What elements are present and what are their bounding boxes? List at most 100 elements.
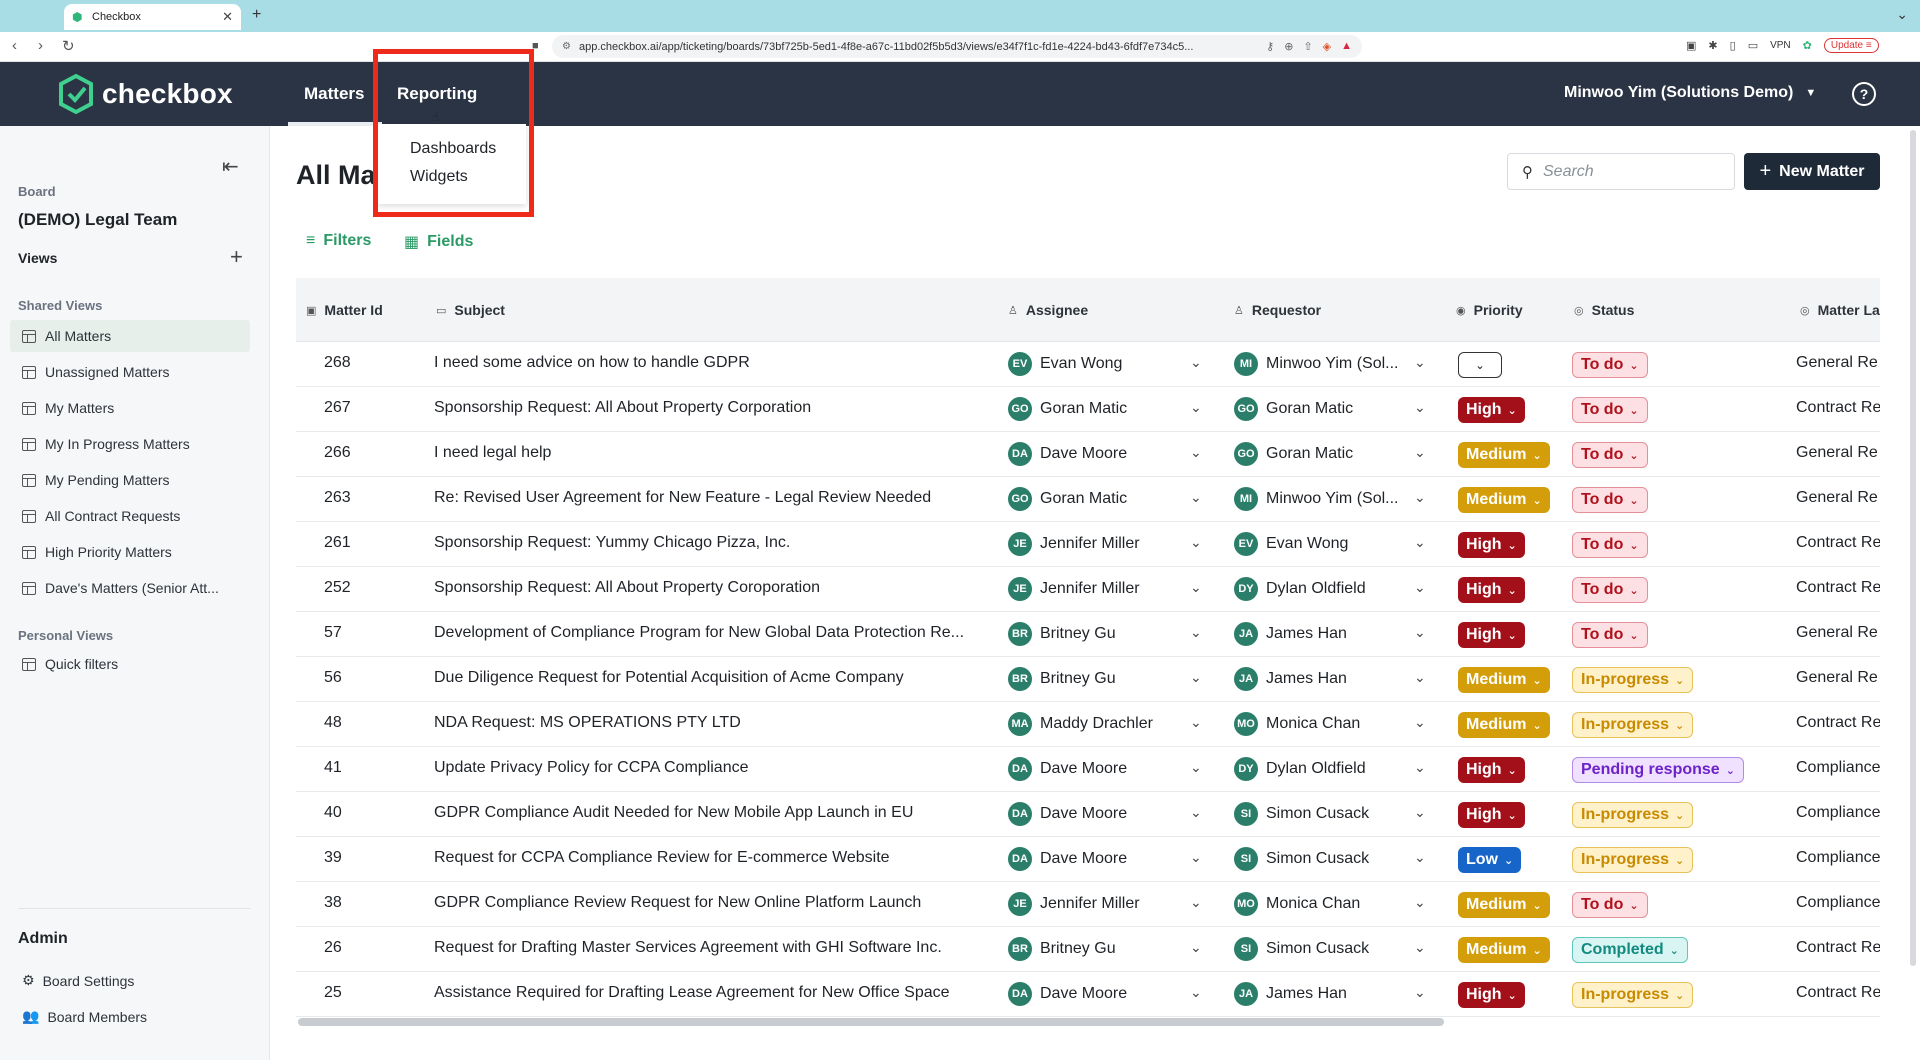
sidebar-icon[interactable]: ▯	[1730, 39, 1736, 52]
assignee-cell[interactable]: JE Jennifer Miller	[1008, 577, 1140, 601]
priority-badge[interactable]: High ⌄	[1458, 802, 1525, 828]
assignee-cell[interactable]: DA Dave Moore	[1008, 802, 1127, 826]
chevron-down-icon[interactable]: ⌄	[1414, 804, 1426, 821]
status-badge[interactable]: In-progress ⌄	[1572, 847, 1694, 873]
sidebar-item-unassigned-matters[interactable]: Unassigned Matters	[10, 356, 250, 388]
matter-id[interactable]: 41	[324, 759, 342, 777]
matter-subject[interactable]: Re: Revised User Agreement for New Featu…	[434, 489, 994, 507]
chevron-down-icon[interactable]: ⌄	[1414, 849, 1426, 866]
chevron-down-icon[interactable]: ⌄	[1414, 579, 1426, 596]
chevron-down-icon[interactable]: ⌄	[1190, 984, 1202, 1001]
matter-id[interactable]: 263	[324, 489, 351, 507]
priority-badge[interactable]: High ⌄	[1458, 532, 1525, 558]
board-name[interactable]: (DEMO) Legal Team	[18, 210, 177, 230]
assignee-cell[interactable]: BR Britney Gu	[1008, 667, 1116, 691]
nav-matters[interactable]: Matters	[304, 84, 364, 104]
sidebar-item-my-matters[interactable]: My Matters	[10, 392, 250, 424]
shield-icon[interactable]: ◈	[1323, 40, 1331, 53]
matter-id[interactable]: 25	[324, 984, 342, 1002]
status-badge[interactable]: To do ⌄	[1572, 892, 1648, 918]
requestor-cell[interactable]: SI Simon Cusack	[1234, 802, 1369, 826]
column-requestor[interactable]: ♙ Requestor	[1234, 302, 1321, 318]
table-row[interactable]: 26 Request for Drafting Master Services A…	[296, 927, 1880, 972]
column-assignee[interactable]: ♙ Assignee	[1008, 302, 1088, 318]
table-row[interactable]: 268 I need some advice on how to handle G…	[296, 342, 1880, 387]
matter-subject[interactable]: I need some advice on how to handle GDPR	[434, 354, 994, 372]
matter-id[interactable]: 57	[324, 624, 342, 642]
matter-subject[interactable]: Assistance Required for Drafting Lease A…	[434, 984, 994, 1002]
table-row[interactable]: 267 Sponsorship Request: All About Proper…	[296, 387, 1880, 432]
address-bar[interactable]: ⚙ app.checkbox.ai/app/ticketing/boards/7…	[552, 35, 1362, 58]
matter-subject[interactable]: Sponsorship Request: All About Property …	[434, 399, 994, 417]
requestor-cell[interactable]: EV Evan Wong	[1234, 532, 1348, 556]
sidebar-item-all-contract-requests[interactable]: All Contract Requests	[10, 500, 250, 532]
chevron-down-icon[interactable]: ⌄	[1414, 399, 1426, 416]
priority-badge[interactable]: Medium ⌄	[1458, 937, 1550, 963]
chevron-down-icon[interactable]: ⌄	[1190, 444, 1202, 461]
vpn-badge[interactable]: VPN	[1770, 40, 1791, 51]
matter-id[interactable]: 266	[324, 444, 351, 462]
fields-button[interactable]: ▦ Fields	[404, 232, 473, 252]
new-tab-icon[interactable]: +	[252, 6, 261, 24]
column-priority[interactable]: ◉ Priority	[1456, 302, 1523, 318]
chevron-down-icon[interactable]: ⌄	[1414, 624, 1426, 641]
table-row[interactable]: 266 I need legal help DA Dave Moore ⌄ GO Goran…	[296, 432, 1880, 477]
priority-badge[interactable]: Medium ⌄	[1458, 442, 1550, 468]
chevron-down-icon[interactable]: ⌄	[1414, 894, 1426, 911]
chevron-down-icon[interactable]: ⌄	[1190, 354, 1202, 371]
chevron-down-icon[interactable]: ⌄	[1414, 534, 1426, 551]
assignee-cell[interactable]: JE Jennifer Miller	[1008, 892, 1140, 916]
requestor-cell[interactable]: DY Dylan Oldfield	[1234, 757, 1366, 781]
chevron-down-icon[interactable]: ⌄	[1190, 759, 1202, 776]
browser-tab[interactable]: ⬢ Checkbox ✕	[64, 4, 241, 30]
table-row[interactable]: 56 Due Diligence Request for Potential Ac…	[296, 657, 1880, 702]
close-tab-icon[interactable]: ✕	[222, 9, 233, 25]
priority-badge[interactable]: Low ⌄	[1458, 847, 1522, 873]
puzzle-icon[interactable]: ✱	[1708, 39, 1717, 52]
update-button[interactable]: Update ≡	[1823, 38, 1879, 53]
matter-id[interactable]: 48	[324, 714, 342, 732]
column-matter-label[interactable]: ◎ Matter La	[1800, 302, 1880, 318]
help-icon[interactable]: ?	[1852, 82, 1876, 106]
priority-badge[interactable]: High ⌄	[1458, 757, 1525, 783]
table-row[interactable]: 41 Update Privacy Policy for CCPA Complia…	[296, 747, 1880, 792]
matter-subject[interactable]: Update Privacy Policy for CCPA Complianc…	[434, 759, 994, 777]
status-badge[interactable]: In-progress ⌄	[1572, 982, 1694, 1008]
assignee-cell[interactable]: DA Dave Moore	[1008, 982, 1127, 1006]
vertical-scrollbar[interactable]	[1910, 130, 1916, 966]
column-matter-id[interactable]: ▣ Matter Id	[306, 302, 383, 318]
matter-subject[interactable]: Sponsorship Request: Yummy Chicago Pizza…	[434, 534, 994, 552]
matter-id[interactable]: 268	[324, 354, 351, 372]
priority-badge[interactable]: ⌄	[1458, 352, 1502, 378]
matter-subject[interactable]: Due Diligence Request for Potential Acqu…	[434, 669, 994, 687]
table-row[interactable]: 252 Sponsorship Request: All About Proper…	[296, 567, 1880, 612]
priority-badge[interactable]: High ⌄	[1458, 622, 1525, 648]
search-input[interactable]: ⚲ Search	[1507, 153, 1735, 190]
matter-id[interactable]: 38	[324, 894, 342, 912]
status-badge[interactable]: To do ⌄	[1572, 532, 1648, 558]
chevron-down-icon[interactable]: ⌄	[1414, 489, 1426, 506]
tab-list-chevron-icon[interactable]: ⌄	[1896, 6, 1908, 23]
requestor-cell[interactable]: MI Minwoo Yim (Sol...	[1234, 487, 1398, 511]
chevron-down-icon[interactable]: ⌄	[1190, 489, 1202, 506]
requestor-cell[interactable]: GO Goran Matic	[1234, 442, 1353, 466]
table-row[interactable]: 25 Assistance Required for Drafting Lease…	[296, 972, 1880, 1017]
requestor-cell[interactable]: DY Dylan Oldfield	[1234, 577, 1366, 601]
table-row[interactable]: 38 GDPR Compliance Review Request for New…	[296, 882, 1880, 927]
matter-id[interactable]: 56	[324, 669, 342, 687]
requestor-cell[interactable]: JA James Han	[1234, 622, 1347, 646]
priority-badge[interactable]: High ⌄	[1458, 982, 1525, 1008]
table-row[interactable]: 261 Sponsorship Request: Yummy Chicago Pi…	[296, 522, 1880, 567]
forward-icon[interactable]: ›	[38, 37, 43, 54]
chevron-down-icon[interactable]: ⌄	[1414, 444, 1426, 461]
key-icon[interactable]: ⚷	[1266, 40, 1274, 53]
chevron-down-icon[interactable]: ⌄	[1190, 399, 1202, 416]
requestor-cell[interactable]: JA James Han	[1234, 667, 1347, 691]
table-row[interactable]: 263 Re: Revised User Agreement for New Fe…	[296, 477, 1880, 522]
requestor-cell[interactable]: SI Simon Cusack	[1234, 847, 1369, 871]
priority-badge[interactable]: Medium ⌄	[1458, 487, 1550, 513]
status-badge[interactable]: Pending response ⌄	[1572, 757, 1744, 783]
status-badge[interactable]: To do ⌄	[1572, 397, 1648, 423]
chevron-down-icon[interactable]: ⌄	[1190, 894, 1202, 911]
assignee-cell[interactable]: GO Goran Matic	[1008, 397, 1127, 421]
